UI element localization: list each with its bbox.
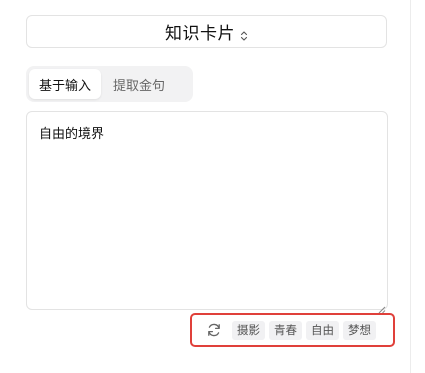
content-input[interactable]: 自由的境界: [26, 111, 388, 314]
tag-chip[interactable]: 摄影: [232, 320, 265, 340]
card-type-select[interactable]: 知识卡片: [26, 15, 387, 48]
suggested-tags: 摄影 青春 自由 梦想: [190, 313, 395, 347]
mode-tabs: 基于输入 提取金句: [26, 66, 193, 102]
chevron-up-down-icon: [240, 27, 248, 41]
tag-chip[interactable]: 梦想: [343, 320, 376, 340]
tab-based-on-input[interactable]: 基于输入: [29, 69, 102, 99]
page: 知识卡片 基于输入 提取金句 自由的境界 摄影 青春 自由 梦想: [0, 0, 425, 373]
card-type-label: 知识卡片: [165, 24, 235, 44]
resize-handle-icon[interactable]: [377, 299, 386, 314]
tag-chip[interactable]: 自由: [306, 320, 339, 340]
content-input-value: 自由的境界: [39, 127, 105, 142]
tag-chip[interactable]: 青春: [269, 320, 302, 340]
refresh-icon[interactable]: [206, 322, 222, 338]
panel-divider: [410, 0, 411, 373]
tab-extract-quotes[interactable]: 提取金句: [103, 69, 175, 99]
